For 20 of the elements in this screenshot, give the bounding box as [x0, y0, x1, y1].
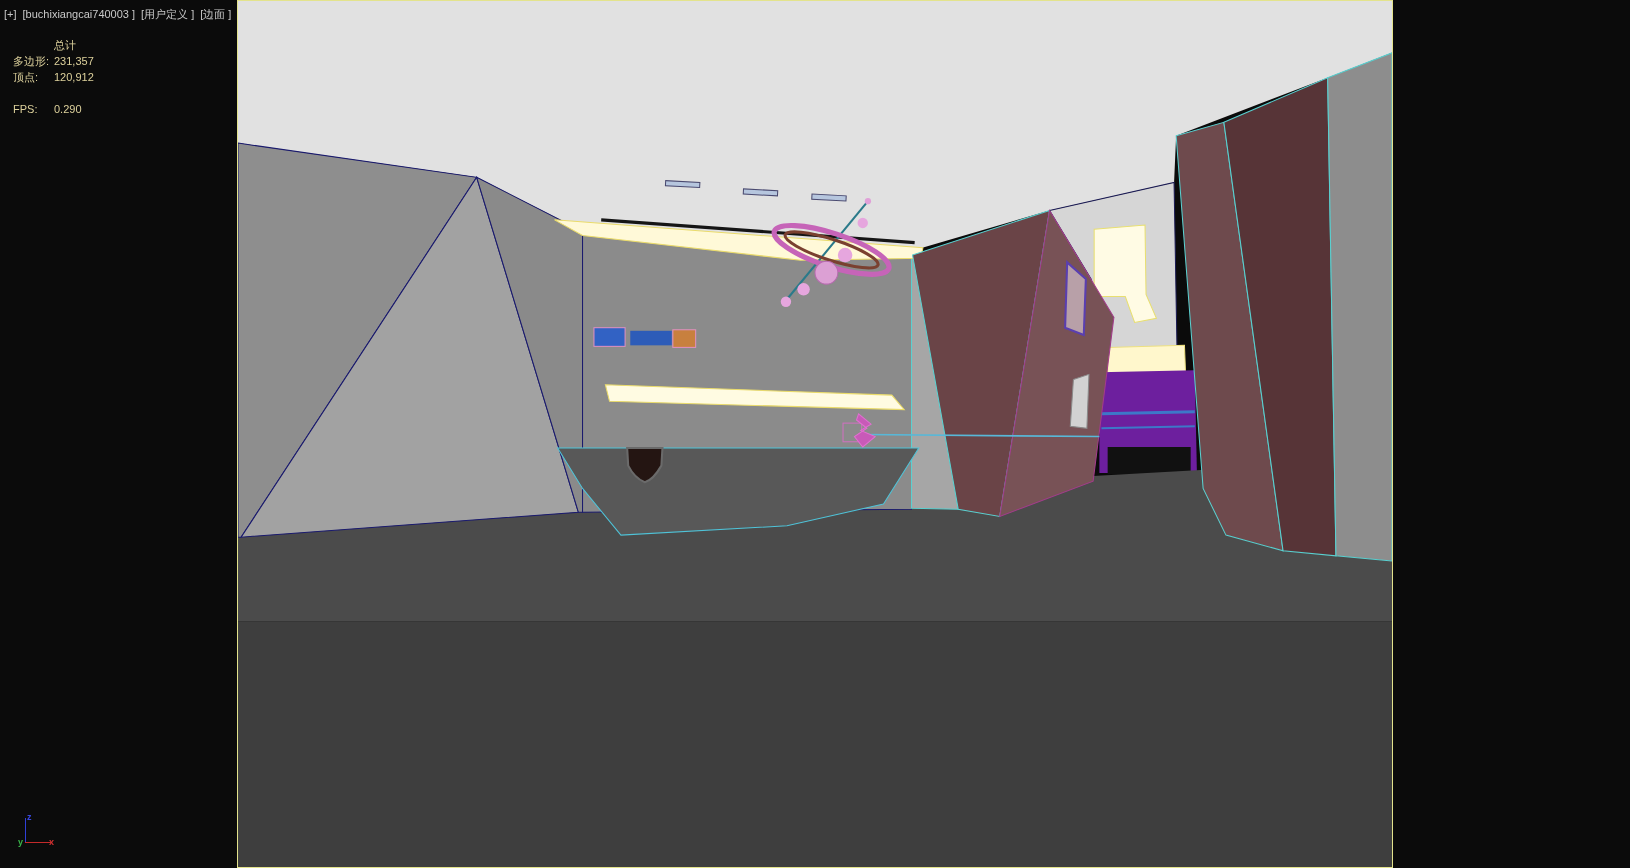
fps-label: FPS:	[13, 102, 39, 117]
axis-label: x	[49, 837, 54, 847]
stats-label: 顶点:	[13, 70, 40, 85]
axis-label: z	[27, 812, 32, 822]
ceiling-light	[811, 193, 847, 202]
viewport-menu-label[interactable]: [用户定义 ]	[141, 7, 195, 21]
axis-label: y	[18, 837, 23, 847]
fps-value: 0.290	[54, 102, 83, 117]
stats-value: 120,912	[54, 70, 95, 85]
stats-label: 多边形:	[13, 54, 51, 69]
viewport-menu-label[interactable]: [边面 ]	[200, 7, 232, 21]
viewport-menu-label[interactable]: [+]	[4, 7, 17, 21]
stats-header: 总计	[54, 38, 77, 53]
x-axis-line	[25, 842, 51, 843]
ceiling-light	[664, 180, 701, 189]
stats-value: 231,357	[54, 54, 95, 69]
ceiling-light	[742, 188, 779, 197]
z-axis-line	[25, 818, 26, 843]
viewport-menu-label[interactable]: [buchixiangcai740003 ]	[22, 7, 136, 21]
plant-sculpture	[842, 412, 877, 448]
